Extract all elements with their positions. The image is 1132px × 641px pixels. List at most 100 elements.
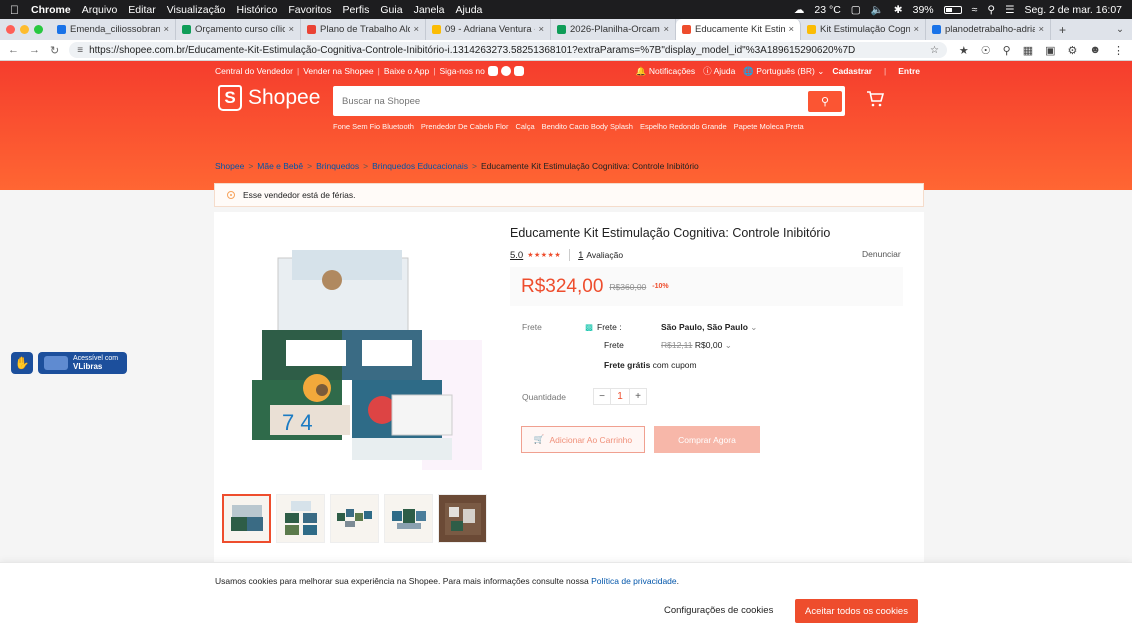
close-tab-icon[interactable]: × xyxy=(663,24,669,35)
facebook-icon[interactable] xyxy=(500,66,511,76)
thumbnail-3[interactable] xyxy=(330,494,379,543)
menu-favoritos[interactable]: Favoritos xyxy=(288,4,331,16)
minimize-window-button[interactable] xyxy=(20,25,29,34)
bookmark-star-icon[interactable]: ☆ xyxy=(930,45,939,56)
menu-arquivo[interactable]: Arquivo xyxy=(82,4,118,16)
bluetooth-icon[interactable]: ✱ xyxy=(894,4,903,16)
vlibras-button[interactable]: Acessível com VLibras xyxy=(38,352,127,374)
cart-icon[interactable] xyxy=(866,90,885,108)
browser-tab[interactable]: Orçamento curso cílios/s× xyxy=(176,19,301,40)
location-icon[interactable]: ⚲ xyxy=(1003,44,1011,57)
rating-score[interactable]: 5.0 xyxy=(510,250,523,261)
thumbnail-1[interactable] xyxy=(222,494,271,543)
spotlight-icon[interactable]: ⚲ xyxy=(987,4,995,16)
decrease-quantity-button[interactable]: − xyxy=(594,389,610,404)
volume-icon[interactable]: 🔈 xyxy=(871,3,884,16)
browser-tab[interactable]: 09 - Adriana Ventura - Sã× xyxy=(426,19,551,40)
browser-tab[interactable]: Emenda_ciliossobrancelh× xyxy=(51,19,176,40)
suggestion-link[interactable]: Espelho Redondo Grande xyxy=(640,122,727,131)
browser-tab[interactable]: Kit Estimulação Cognitiv× xyxy=(801,19,926,40)
thumbnail-4[interactable] xyxy=(384,494,433,543)
menu-janela[interactable]: Janela xyxy=(414,4,445,16)
apple-icon[interactable]:  xyxy=(10,3,19,17)
battery-icon[interactable] xyxy=(943,5,962,14)
menu-guia[interactable]: Guia xyxy=(380,4,402,16)
menu-perfis[interactable]: Perfis xyxy=(343,4,370,16)
breadcrumb-mae-bebe[interactable]: Mãe e Bebê xyxy=(257,161,303,171)
tiktok-icon[interactable] xyxy=(513,66,524,76)
suggestion-link[interactable]: Prendedor De Cabelo Flor xyxy=(421,122,509,131)
qr-icon[interactable]: ▦ xyxy=(1023,44,1033,57)
weather-temp[interactable]: 23 °C xyxy=(814,4,840,16)
shipping-cost[interactable]: R$12,11 R$0,00 ⌄ xyxy=(661,340,732,351)
control-center-icon[interactable]: ☰ xyxy=(1005,4,1014,16)
suggestion-link[interactable]: Calça xyxy=(515,122,534,131)
report-link[interactable]: Denunciar xyxy=(862,249,901,259)
close-tab-icon[interactable]: × xyxy=(913,24,919,35)
close-tab-icon[interactable]: × xyxy=(1038,24,1044,35)
suggestion-link[interactable]: Fone Sem Fio Bluetooth xyxy=(333,122,414,131)
menu-editar[interactable]: Editar xyxy=(128,4,155,16)
close-window-button[interactable] xyxy=(6,25,15,34)
close-tab-icon[interactable]: × xyxy=(288,24,294,35)
menu-app-name[interactable]: Chrome xyxy=(31,4,71,16)
browser-tab[interactable]: planodetrabalho-adriana× xyxy=(926,19,1051,40)
breadcrumb-brinquedos[interactable]: Brinquedos xyxy=(316,161,359,171)
chrome-menu-icon[interactable]: ⋮ xyxy=(1113,44,1124,57)
review-count[interactable]: 1 xyxy=(578,250,583,261)
shopee-logo[interactable]: S Shopee xyxy=(218,85,320,111)
hand-sign-icon[interactable]: ✋ xyxy=(11,352,33,374)
site-settings-icon[interactable]: ≡ xyxy=(77,45,83,56)
help-link[interactable]: ⓘ Ajuda xyxy=(703,65,735,77)
back-icon[interactable]: ← xyxy=(8,44,19,56)
thumbnail-2[interactable] xyxy=(276,494,325,543)
product-main-image[interactable]: 7 4 xyxy=(222,220,488,486)
maximize-window-button[interactable] xyxy=(34,25,43,34)
breadcrumb-shopee[interactable]: Shopee xyxy=(215,161,244,171)
menu-ajuda[interactable]: Ajuda xyxy=(456,4,483,16)
clock[interactable]: Seg. 2 de mar. 16:07 xyxy=(1025,4,1122,16)
seller-center-link[interactable]: Central do Vendedor xyxy=(215,66,293,76)
weather-icon[interactable]: ☁ xyxy=(794,4,805,16)
instagram-icon[interactable] xyxy=(487,66,498,76)
suggestion-link[interactable]: Papete Moleca Preta xyxy=(734,122,804,131)
breadcrumb-educacionais[interactable]: Brinquedos Educacionais xyxy=(372,161,468,171)
wifi-icon[interactable]: ≈ xyxy=(972,4,978,16)
browser-tab-active[interactable]: Educamente Kit Estimula× xyxy=(676,19,801,40)
forward-icon[interactable]: → xyxy=(29,44,40,56)
sell-link[interactable]: Vender na Shopee xyxy=(303,66,373,76)
tab-manager-icon[interactable]: ▣ xyxy=(1045,44,1055,57)
increase-quantity-button[interactable]: + xyxy=(630,389,646,404)
menu-visualizacao[interactable]: Visualização xyxy=(167,4,226,16)
menu-historico[interactable]: Histórico xyxy=(237,4,278,16)
extension-icon[interactable]: ★ xyxy=(959,44,969,57)
tab-search-icon[interactable]: ⌄ xyxy=(1116,24,1124,35)
cookie-settings-button[interactable]: Configurações de cookies xyxy=(664,605,773,616)
password-icon[interactable]: ☉ xyxy=(981,44,991,57)
screen-mirror-icon[interactable]: ▢ xyxy=(851,4,861,16)
shipping-location-selector[interactable]: São Paulo, São Paulo ⌄ xyxy=(661,322,757,333)
search-input[interactable] xyxy=(336,95,808,107)
login-link[interactable]: Entre xyxy=(898,66,920,76)
extensions-icon[interactable]: ⚙ xyxy=(1068,44,1078,57)
language-selector[interactable]: 🌐 Português (BR) ⌄ xyxy=(743,66,824,77)
suggestion-link[interactable]: Bendito Cacto Body Splash xyxy=(542,122,633,131)
url-field[interactable]: ≡ https://shopee.com.br/Educamente-Kit-E… xyxy=(69,42,947,58)
profile-avatar-icon[interactable]: ☻ xyxy=(1089,44,1101,57)
browser-tab[interactable]: Plano de Trabalho Aldeia× xyxy=(301,19,426,40)
close-tab-icon[interactable]: × xyxy=(538,24,544,35)
search-button[interactable]: ⚲ xyxy=(808,90,842,112)
url-text[interactable]: https://shopee.com.br/Educamente-Kit-Est… xyxy=(89,45,924,56)
reload-icon[interactable]: ↻ xyxy=(50,44,59,57)
download-app-link[interactable]: Baixe o App xyxy=(384,66,429,76)
close-tab-icon[interactable]: × xyxy=(163,24,169,35)
notifications-link[interactable]: 🔔 Notificações xyxy=(636,66,695,77)
new-tab-button[interactable]: + xyxy=(1051,23,1074,37)
buy-now-button[interactable]: Comprar Agora xyxy=(654,426,760,453)
accept-cookies-button[interactable]: Aceitar todos os cookies xyxy=(795,599,918,623)
close-tab-icon[interactable]: × xyxy=(413,24,419,35)
privacy-policy-link[interactable]: Política de privacidade xyxy=(591,576,677,586)
quantity-input[interactable]: 1 xyxy=(610,389,630,404)
close-tab-icon[interactable]: × xyxy=(788,24,794,35)
browser-tab[interactable]: 2026-Planilha-Orcament× xyxy=(551,19,676,40)
